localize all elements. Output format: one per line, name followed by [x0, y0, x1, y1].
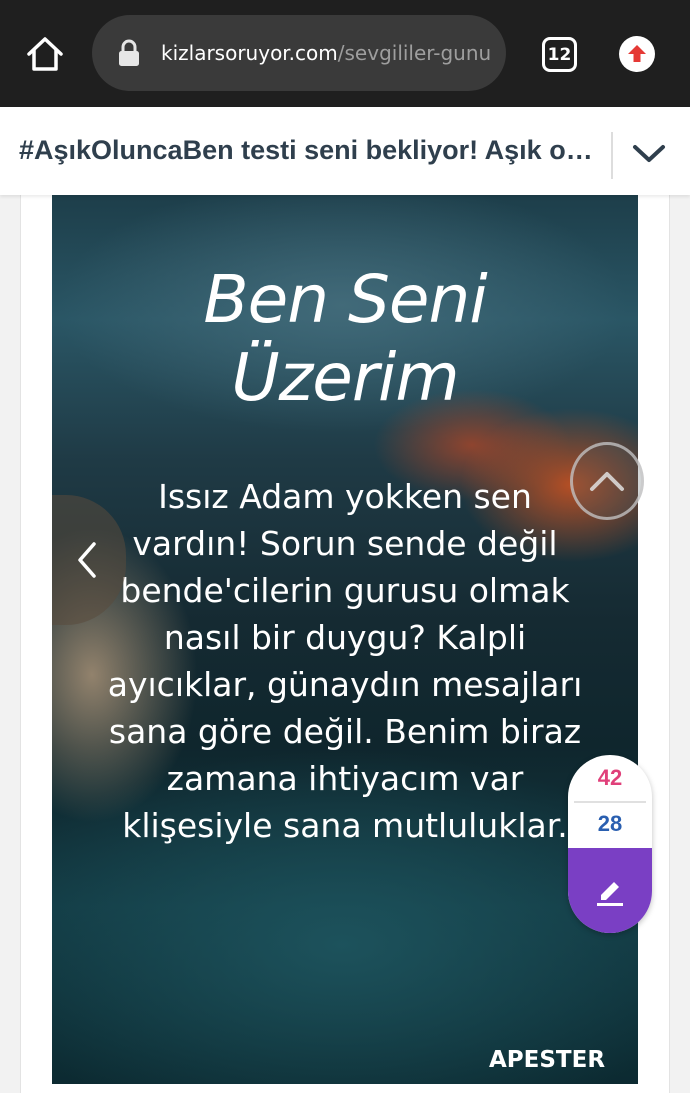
chevron-up-icon — [590, 472, 624, 491]
tab-count: 12 — [547, 44, 572, 65]
edit-icon — [597, 881, 623, 906]
header-divider — [611, 132, 613, 179]
vote-divider — [574, 801, 646, 803]
tab-switcher-button[interactable]: 12 — [542, 37, 577, 72]
result-description: Issız Adam yokken sen vardın! Sorun send… — [107, 477, 583, 845]
apester-logo[interactable]: APESTER — [489, 1047, 605, 1073]
result-title-line1: Ben Seni — [203, 261, 487, 338]
quiz-result-widget: Ben Seni Üzerim Issız Adam yokken sen va… — [52, 195, 638, 1084]
url-domain: kizlarsoruyor.com — [161, 41, 338, 65]
address-bar[interactable]: kizlarsoruyor.com/sevgililer-gunu — [92, 15, 506, 91]
vote-widget: 42 28 — [568, 755, 652, 933]
browser-toolbar: kizlarsoruyor.com/sevgililer-gunu 12 — [0, 0, 690, 107]
page-header: #AşıkOluncaBen testi seni bekliyor! Aşık… — [0, 107, 690, 195]
update-button[interactable] — [619, 36, 655, 72]
lock-icon — [119, 39, 139, 66]
result-title: Ben Seni Üzerim — [52, 261, 638, 417]
chevron-left-icon — [78, 542, 96, 578]
downvote-count[interactable]: 28 — [568, 811, 652, 837]
url-path: /sevgililer-gunu — [337, 41, 492, 65]
write-opinion-button[interactable] — [568, 848, 652, 933]
expand-header-button[interactable] — [628, 137, 670, 171]
upvote-count[interactable]: 42 — [568, 765, 652, 791]
chevron-down-icon — [633, 145, 665, 162]
result-title-line2: Üzerim — [231, 339, 459, 416]
home-icon — [27, 37, 63, 71]
home-button[interactable] — [22, 32, 68, 76]
scroll-to-top-button[interactable] — [570, 442, 644, 520]
url-text: kizlarsoruyor.com/sevgililer-gunu — [161, 41, 491, 65]
page-title: #AşıkOluncaBen testi seni bekliyor! Aşık… — [19, 135, 594, 165]
update-icon — [628, 45, 646, 62]
